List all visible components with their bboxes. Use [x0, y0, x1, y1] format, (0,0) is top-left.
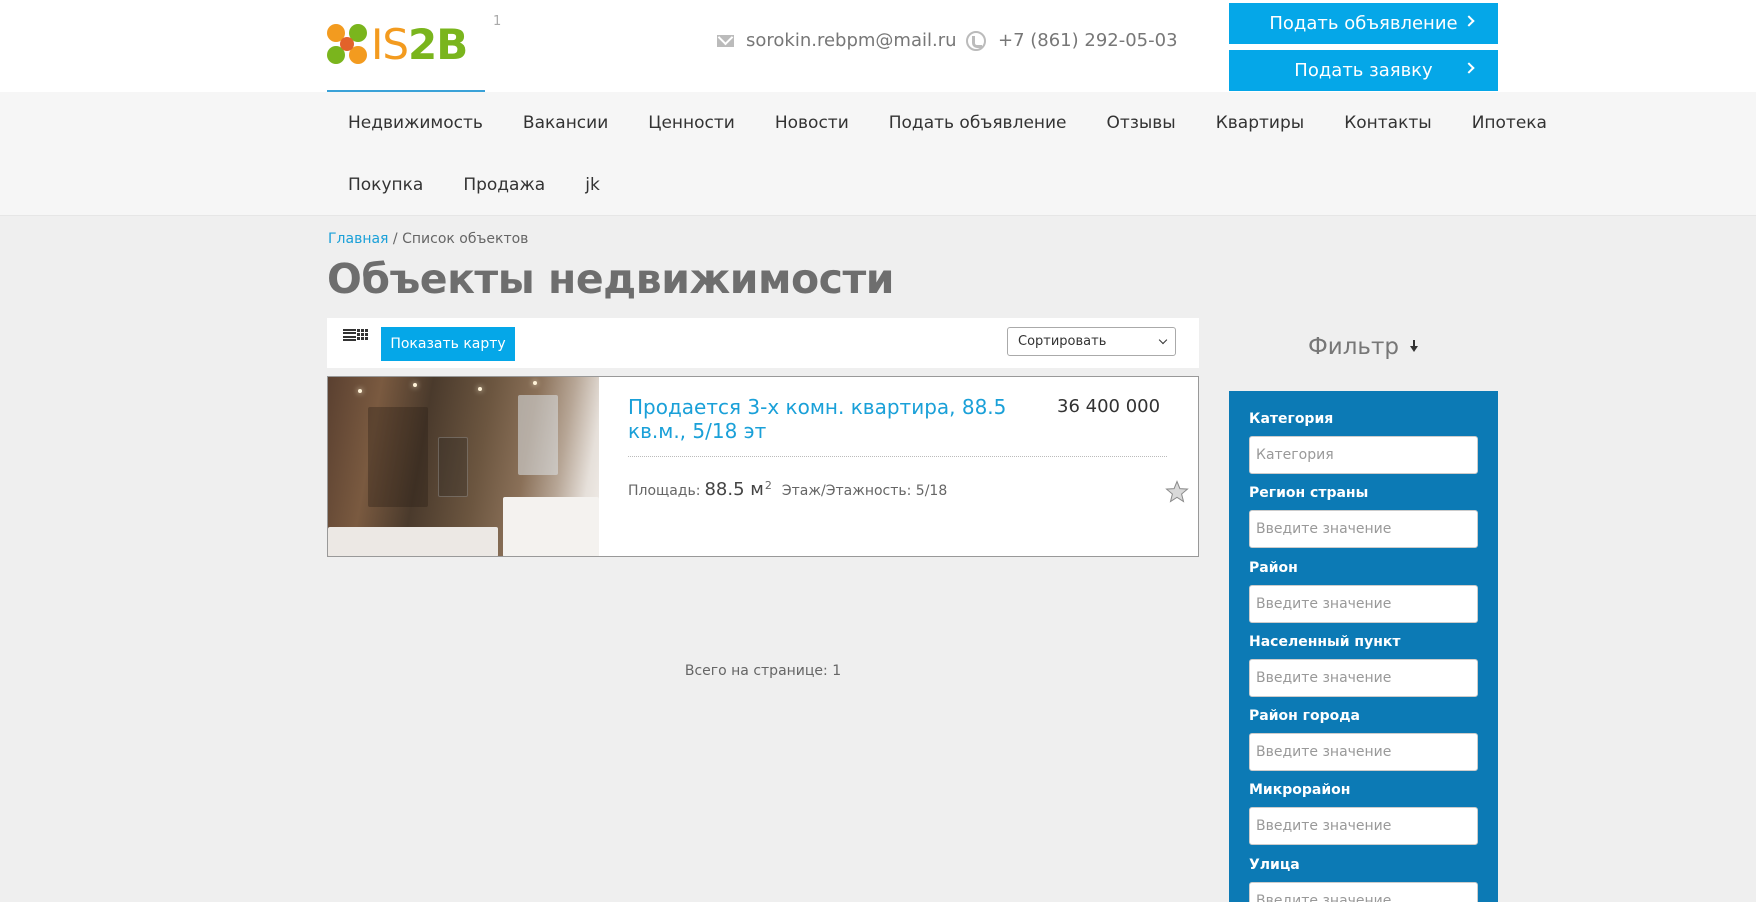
filter-label-district: Район — [1249, 560, 1298, 576]
post-ad-button[interactable]: Подать объявление — [1229, 3, 1498, 44]
logo-wordmark: IS2B — [371, 20, 468, 69]
filter-label-microdistrict: Микрорайон — [1249, 782, 1351, 798]
breadcrumb-current: Список объектов — [402, 231, 529, 247]
filter-input-category[interactable]: Категория — [1249, 436, 1478, 474]
favorite-star-icon[interactable] — [1165, 480, 1189, 504]
chevron-down-icon — [1158, 335, 1168, 345]
nav-item-contacts[interactable]: Контакты — [1324, 92, 1452, 154]
submit-request-button[interactable]: Подать заявку — [1229, 50, 1498, 91]
listing-toolbar: Показать карту Сортировать — [327, 318, 1199, 368]
nav-item-reviews[interactable]: Отзывы — [1087, 92, 1196, 154]
listing-area-value: 88.5 м — [704, 479, 764, 500]
site-header: IS2B 1 sorokin.rebpm@mail.ru +7 (861) 29… — [0, 0, 1756, 93]
filter-label-locality: Населенный пункт — [1249, 634, 1401, 650]
mail-icon — [717, 34, 734, 47]
header-phone-text[interactable]: +7 (861) 292-05-03 — [998, 30, 1178, 51]
filter-toggle[interactable]: Фильтр — [1229, 334, 1498, 360]
submit-request-button-label: Подать заявку — [1294, 60, 1433, 81]
header-email-text[interactable]: sorokin.rebpm@mail.ru — [746, 30, 957, 51]
nav-item-apartments[interactable]: Квартиры — [1196, 92, 1324, 154]
filter-input-street[interactable]: Введите значение — [1249, 882, 1478, 902]
filter-label-street: Улица — [1249, 857, 1300, 873]
nav-item-values[interactable]: Ценности — [628, 92, 755, 154]
filter-title: Фильтр — [1307, 334, 1399, 360]
items-total: Всего на странице: 1 — [684, 663, 842, 679]
sort-select-value: Сортировать — [1018, 334, 1107, 349]
listing-photo[interactable] — [328, 377, 599, 556]
filter-label-region: Регион страны — [1249, 485, 1369, 501]
sort-select[interactable]: Сортировать — [1007, 327, 1176, 356]
breadcrumb: Главная / Список объектов — [328, 231, 528, 247]
phone-icon — [966, 30, 986, 51]
main-nav-row-1: Недвижимость Вакансии Ценности Новости П… — [328, 92, 1567, 154]
nav-item-purchase[interactable]: Покупка — [328, 154, 443, 216]
main-nav: Недвижимость Вакансии Ценности Новости П… — [0, 92, 1756, 216]
nav-item-jk[interactable]: jk — [565, 154, 620, 216]
arrow-down-icon — [1409, 340, 1419, 354]
nav-item-sale[interactable]: Продажа — [443, 154, 565, 216]
filter-panel: Категория Категория Регион страны Введит… — [1229, 391, 1498, 902]
filter-input-district[interactable]: Введите значение — [1249, 585, 1478, 623]
nav-item-vacancies[interactable]: Вакансии — [503, 92, 628, 154]
listing-area-unit-sup: 2 — [764, 479, 772, 492]
list-view-icon[interactable] — [343, 329, 356, 341]
listing-floor: Этаж/Этажность: 5/18 — [781, 483, 948, 499]
site-logo[interactable]: IS2B — [327, 22, 482, 68]
filter-input-city-district[interactable]: Введите значение — [1249, 733, 1478, 771]
logo-mark-icon — [327, 24, 369, 66]
header-phone[interactable]: +7 (861) 292-05-03 — [966, 30, 1178, 51]
nav-item-mortgage[interactable]: Ипотека — [1452, 92, 1567, 154]
chevron-right-icon — [1463, 62, 1475, 74]
filter-input-locality[interactable]: Введите значение — [1249, 659, 1478, 697]
grid-view-icon[interactable] — [357, 329, 369, 341]
post-ad-button-label: Подать объявление — [1269, 13, 1458, 34]
logo-superscript: 1 — [493, 14, 502, 29]
nav-item-news[interactable]: Новости — [755, 92, 869, 154]
breadcrumb-separator: / — [388, 231, 403, 247]
main-nav-row-2: Покупка Продажа jk — [328, 154, 620, 216]
listing-meta: Площадь: 88.5 м2 Этаж/Этажность: 5/18 — [628, 479, 947, 500]
listing-area-label: Площадь: — [628, 483, 701, 499]
nav-item-post-ad[interactable]: Подать объявление — [869, 92, 1087, 154]
listing-price: 36 400 000 — [1057, 396, 1161, 417]
listing-title[interactable]: Продается 3-х комн. квартира, 88.5 кв.м.… — [628, 395, 1038, 443]
filter-input-region[interactable]: Введите значение — [1249, 510, 1478, 548]
filter-label-city-district: Район города — [1249, 708, 1361, 724]
filter-input-microdistrict[interactable]: Введите значение — [1249, 807, 1478, 845]
nav-item-realty[interactable]: Недвижимость — [328, 92, 503, 154]
page-title: Объекты недвижимости — [327, 255, 894, 303]
header-email[interactable]: sorokin.rebpm@mail.ru — [717, 30, 957, 51]
breadcrumb-home-link[interactable]: Главная — [328, 231, 388, 247]
listing-divider — [628, 456, 1167, 457]
listing-card[interactable]: Продается 3-х комн. квартира, 88.5 кв.м.… — [327, 376, 1199, 557]
filter-label-category: Категория — [1249, 411, 1334, 427]
chevron-right-icon — [1463, 15, 1475, 27]
show-map-button[interactable]: Показать карту — [381, 327, 515, 361]
